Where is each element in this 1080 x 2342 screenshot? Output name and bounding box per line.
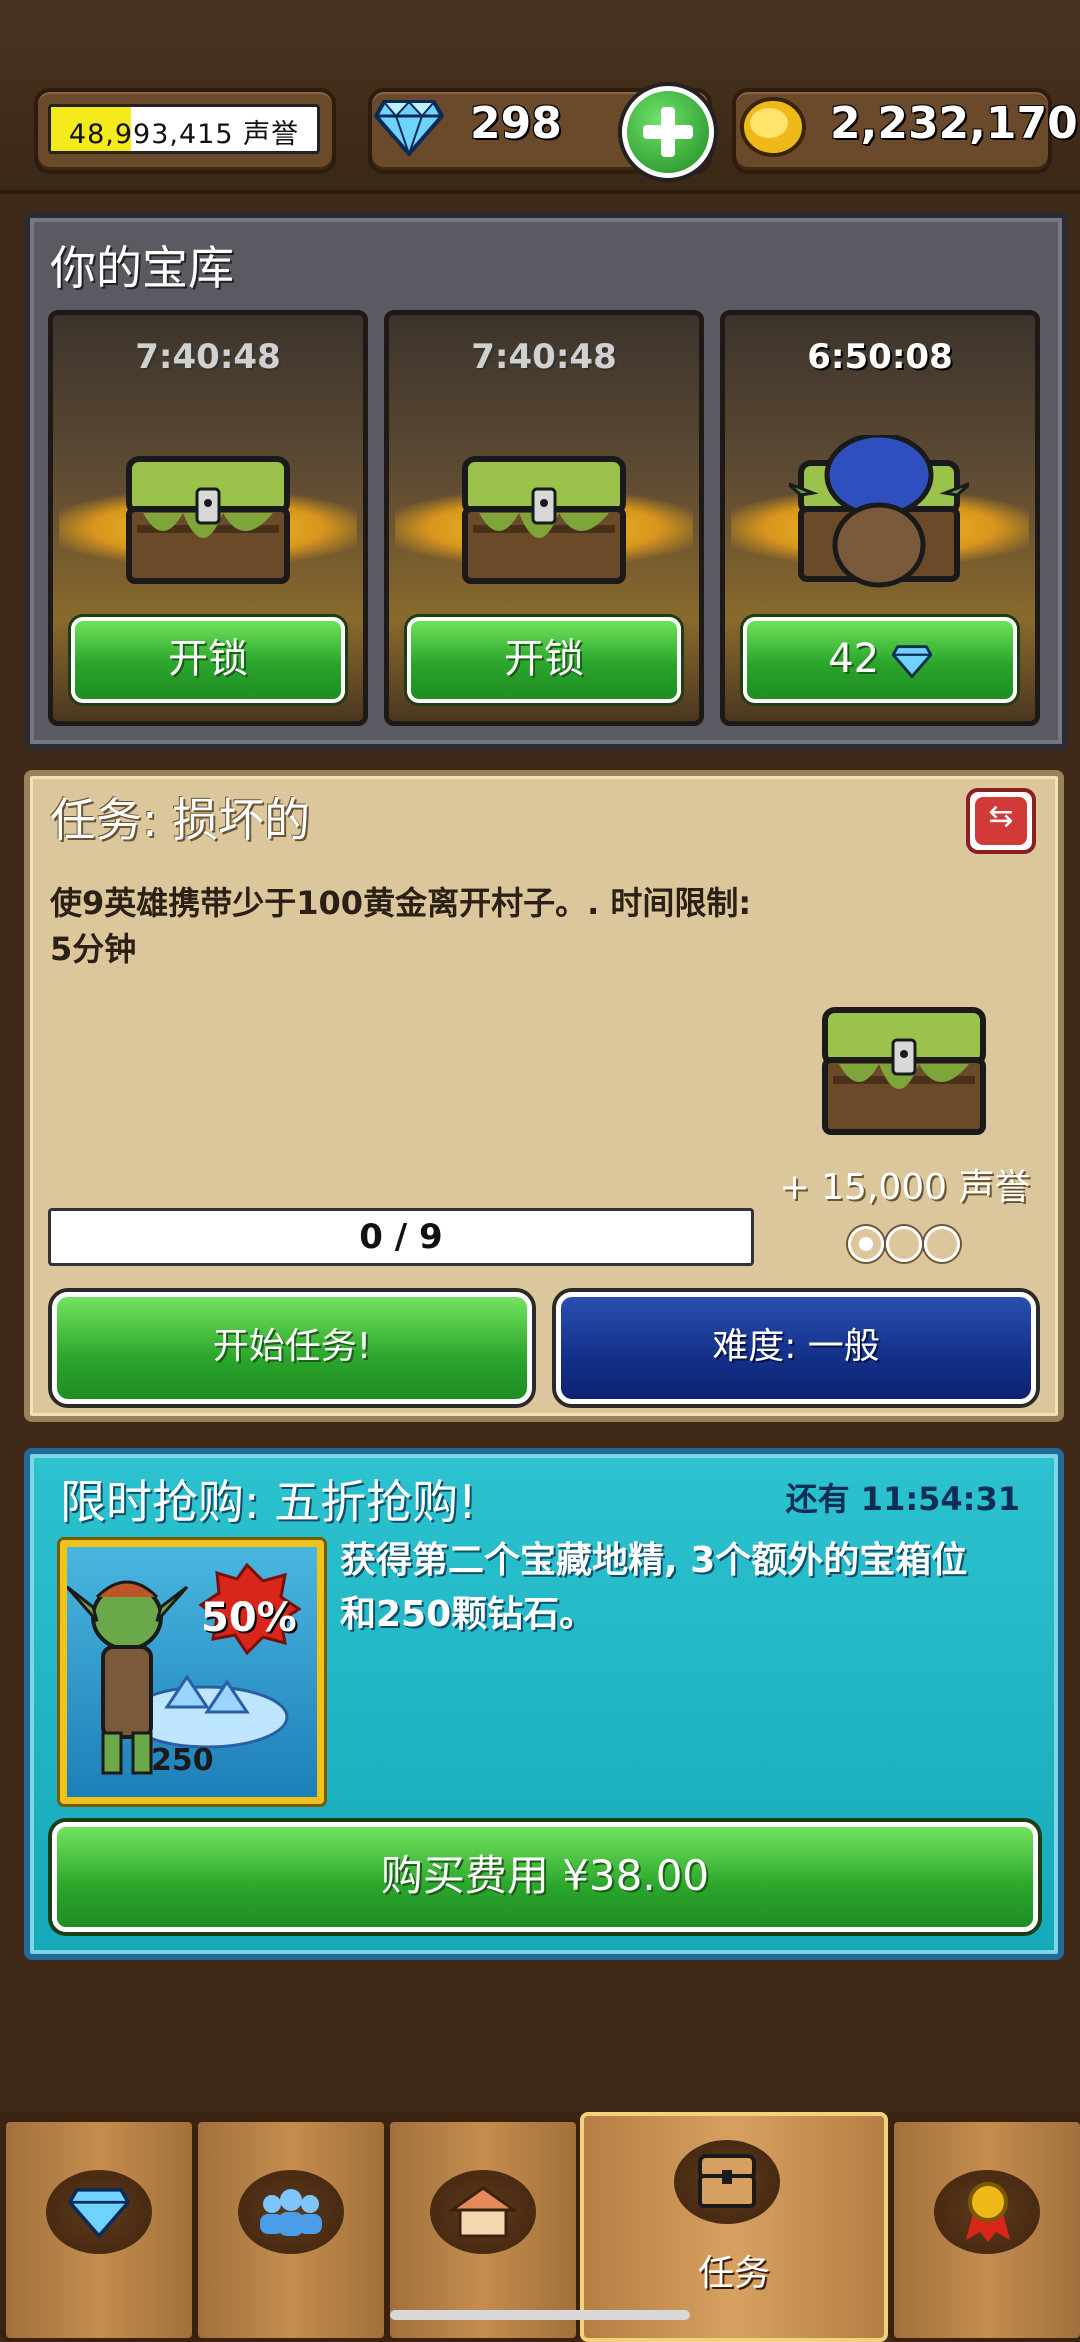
chest-icon <box>126 456 290 584</box>
difficulty-circle <box>886 1226 922 1262</box>
difficulty-circle <box>848 1226 884 1262</box>
gems-count: 298 <box>470 98 562 149</box>
mission-progress-text: 0 / 9 <box>359 1217 443 1257</box>
reward-reputation: + 15,000 声誉 <box>779 1167 1031 1208</box>
goblin-chest-icon <box>789 435 969 588</box>
nav-tab-missions[interactable]: 任务 <box>580 2112 888 2342</box>
mission-progress-bar: 0 / 9 <box>48 1208 754 1266</box>
vault-title: 你的宝库 <box>50 241 234 295</box>
vault-slot-1[interactable]: 7:40:48 开锁 <box>48 310 368 726</box>
unlock-button[interactable]: 开锁 <box>71 617 345 703</box>
unlock-button[interactable]: 开锁 <box>407 617 681 703</box>
mission-description: 使9英雄携带少于100黄金离开村子。. 时间限制: 5分钟 <box>50 884 752 968</box>
gold-coin-icon <box>740 97 806 157</box>
heroes-icon <box>260 2189 322 2236</box>
nav-tab-achievements[interactable] <box>890 2118 1080 2342</box>
mission-title: 任务: 损坏的 <box>50 793 311 847</box>
slot-timer: 7:40:48 <box>471 337 617 377</box>
diamond-icon <box>891 645 933 679</box>
sale-image: 50% 250 <box>60 1540 324 1804</box>
village-icon <box>450 2186 516 2238</box>
buy-button[interactable]: 购买费用 ¥38.00 <box>52 1822 1038 1932</box>
sale-timer: 还有 11:54:31 <box>785 1480 1020 1518</box>
nav-tab-village[interactable] <box>386 2118 580 2342</box>
nav-tab-gems[interactable] <box>2 2118 196 2342</box>
gold-count: 2,232,170 <box>830 98 1078 149</box>
difficulty-button[interactable]: 难度: 一般 <box>556 1292 1036 1404</box>
vault-slot-2[interactable]: 7:40:48 开锁 <box>384 310 704 726</box>
reputation-bar: 48,993,415 声誉 <box>48 104 320 154</box>
difficulty-indicator <box>848 1226 962 1266</box>
swap-icon: ⇆ <box>975 797 1027 845</box>
discount-badge: 50% <box>201 1595 297 1641</box>
slot-timer: 6:50:08 <box>807 337 953 377</box>
sale-gem-count: 250 <box>151 1743 214 1778</box>
sale-title: 限时抢购: 五折抢购! <box>60 1475 477 1529</box>
diamond-icon <box>374 100 444 156</box>
diamond-icon <box>68 2188 130 2238</box>
chest-icon <box>822 1007 986 1135</box>
speedup-cost: 42 <box>828 636 880 682</box>
start-mission-button[interactable]: 开始任务! <box>52 1292 532 1404</box>
chest-icon <box>698 2154 756 2208</box>
difficulty-circle <box>924 1226 960 1262</box>
sale-description: 获得第二个宝藏地精, 3个额外的宝箱位和250颗钻石。 <box>340 1540 968 1635</box>
slot-timer: 7:40:48 <box>135 337 281 377</box>
nav-tab-heroes[interactable] <box>194 2118 388 2342</box>
home-indicator <box>390 2310 690 2320</box>
nav-tab-missions-label: 任务 <box>697 2253 770 2294</box>
medal-icon <box>966 2182 1010 2242</box>
chest-icon <box>462 456 626 584</box>
vault-slot-3[interactable]: 6:50:08 42 <box>720 310 1040 726</box>
reputation-text: 48,993,415 声誉 <box>68 119 300 150</box>
speedup-button[interactable]: 42 <box>743 617 1017 703</box>
swap-mission-button[interactable]: ⇆ <box>966 788 1036 854</box>
buy-gems-button[interactable] <box>622 86 714 178</box>
